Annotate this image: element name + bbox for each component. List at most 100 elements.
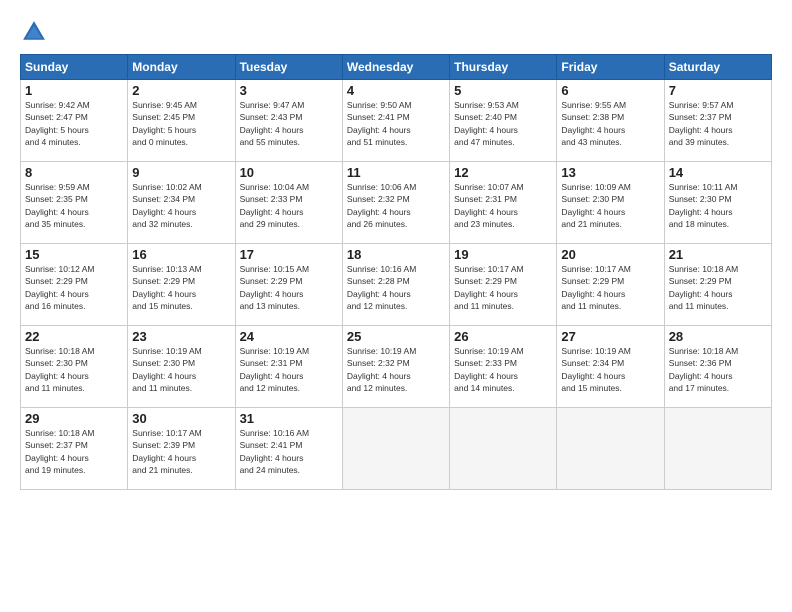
day-cell-19: 19Sunrise: 10:17 AM Sunset: 2:29 PM Dayl… <box>450 244 557 326</box>
day-number: 17 <box>240 247 338 262</box>
week-row-1: 1Sunrise: 9:42 AM Sunset: 2:47 PM Daylig… <box>21 80 772 162</box>
day-info: Sunrise: 10:17 AM Sunset: 2:39 PM Daylig… <box>132 427 230 476</box>
day-number: 26 <box>454 329 552 344</box>
empty-cell <box>342 408 449 490</box>
day-cell-16: 16Sunrise: 10:13 AM Sunset: 2:29 PM Dayl… <box>128 244 235 326</box>
day-number: 8 <box>25 165 123 180</box>
day-info: Sunrise: 10:19 AM Sunset: 2:34 PM Daylig… <box>561 345 659 394</box>
day-number: 15 <box>25 247 123 262</box>
day-number: 20 <box>561 247 659 262</box>
day-info: Sunrise: 9:42 AM Sunset: 2:47 PM Dayligh… <box>25 99 123 148</box>
day-info: Sunrise: 10:06 AM Sunset: 2:32 PM Daylig… <box>347 181 445 230</box>
logo-icon <box>20 18 48 46</box>
day-info: Sunrise: 10:18 AM Sunset: 2:29 PM Daylig… <box>669 263 767 312</box>
day-cell-31: 31Sunrise: 10:16 AM Sunset: 2:41 PM Dayl… <box>235 408 342 490</box>
calendar-header-friday: Friday <box>557 55 664 80</box>
day-info: Sunrise: 10:19 AM Sunset: 2:32 PM Daylig… <box>347 345 445 394</box>
day-cell-8: 8Sunrise: 9:59 AM Sunset: 2:35 PM Daylig… <box>21 162 128 244</box>
day-cell-29: 29Sunrise: 10:18 AM Sunset: 2:37 PM Dayl… <box>21 408 128 490</box>
day-number: 24 <box>240 329 338 344</box>
day-number: 30 <box>132 411 230 426</box>
day-info: Sunrise: 9:57 AM Sunset: 2:37 PM Dayligh… <box>669 99 767 148</box>
day-cell-23: 23Sunrise: 10:19 AM Sunset: 2:30 PM Dayl… <box>128 326 235 408</box>
header <box>20 18 772 46</box>
day-number: 5 <box>454 83 552 98</box>
day-number: 19 <box>454 247 552 262</box>
calendar-header-sunday: Sunday <box>21 55 128 80</box>
day-cell-27: 27Sunrise: 10:19 AM Sunset: 2:34 PM Dayl… <box>557 326 664 408</box>
day-cell-3: 3Sunrise: 9:47 AM Sunset: 2:43 PM Daylig… <box>235 80 342 162</box>
day-info: Sunrise: 9:55 AM Sunset: 2:38 PM Dayligh… <box>561 99 659 148</box>
day-cell-11: 11Sunrise: 10:06 AM Sunset: 2:32 PM Dayl… <box>342 162 449 244</box>
day-cell-25: 25Sunrise: 10:19 AM Sunset: 2:32 PM Dayl… <box>342 326 449 408</box>
day-cell-4: 4Sunrise: 9:50 AM Sunset: 2:41 PM Daylig… <box>342 80 449 162</box>
day-info: Sunrise: 10:13 AM Sunset: 2:29 PM Daylig… <box>132 263 230 312</box>
day-cell-7: 7Sunrise: 9:57 AM Sunset: 2:37 PM Daylig… <box>664 80 771 162</box>
day-info: Sunrise: 10:19 AM Sunset: 2:30 PM Daylig… <box>132 345 230 394</box>
day-info: Sunrise: 10:09 AM Sunset: 2:30 PM Daylig… <box>561 181 659 230</box>
day-cell-13: 13Sunrise: 10:09 AM Sunset: 2:30 PM Dayl… <box>557 162 664 244</box>
day-info: Sunrise: 10:04 AM Sunset: 2:33 PM Daylig… <box>240 181 338 230</box>
day-number: 7 <box>669 83 767 98</box>
day-number: 14 <box>669 165 767 180</box>
day-cell-28: 28Sunrise: 10:18 AM Sunset: 2:36 PM Dayl… <box>664 326 771 408</box>
calendar-header-wednesday: Wednesday <box>342 55 449 80</box>
day-cell-22: 22Sunrise: 10:18 AM Sunset: 2:30 PM Dayl… <box>21 326 128 408</box>
empty-cell <box>664 408 771 490</box>
day-number: 22 <box>25 329 123 344</box>
day-number: 6 <box>561 83 659 98</box>
day-number: 28 <box>669 329 767 344</box>
day-info: Sunrise: 10:16 AM Sunset: 2:41 PM Daylig… <box>240 427 338 476</box>
calendar-header-saturday: Saturday <box>664 55 771 80</box>
calendar-header-tuesday: Tuesday <box>235 55 342 80</box>
day-cell-5: 5Sunrise: 9:53 AM Sunset: 2:40 PM Daylig… <box>450 80 557 162</box>
logo <box>20 18 52 46</box>
day-cell-18: 18Sunrise: 10:16 AM Sunset: 2:28 PM Dayl… <box>342 244 449 326</box>
week-row-3: 15Sunrise: 10:12 AM Sunset: 2:29 PM Dayl… <box>21 244 772 326</box>
day-info: Sunrise: 10:15 AM Sunset: 2:29 PM Daylig… <box>240 263 338 312</box>
day-number: 16 <box>132 247 230 262</box>
calendar-header-monday: Monday <box>128 55 235 80</box>
day-info: Sunrise: 9:50 AM Sunset: 2:41 PM Dayligh… <box>347 99 445 148</box>
day-number: 10 <box>240 165 338 180</box>
day-cell-12: 12Sunrise: 10:07 AM Sunset: 2:31 PM Dayl… <box>450 162 557 244</box>
day-number: 21 <box>669 247 767 262</box>
day-cell-1: 1Sunrise: 9:42 AM Sunset: 2:47 PM Daylig… <box>21 80 128 162</box>
day-cell-17: 17Sunrise: 10:15 AM Sunset: 2:29 PM Dayl… <box>235 244 342 326</box>
day-cell-21: 21Sunrise: 10:18 AM Sunset: 2:29 PM Dayl… <box>664 244 771 326</box>
day-number: 23 <box>132 329 230 344</box>
day-info: Sunrise: 9:45 AM Sunset: 2:45 PM Dayligh… <box>132 99 230 148</box>
day-number: 27 <box>561 329 659 344</box>
day-info: Sunrise: 10:16 AM Sunset: 2:28 PM Daylig… <box>347 263 445 312</box>
week-row-2: 8Sunrise: 9:59 AM Sunset: 2:35 PM Daylig… <box>21 162 772 244</box>
day-info: Sunrise: 10:17 AM Sunset: 2:29 PM Daylig… <box>454 263 552 312</box>
day-info: Sunrise: 10:02 AM Sunset: 2:34 PM Daylig… <box>132 181 230 230</box>
day-number: 2 <box>132 83 230 98</box>
day-cell-10: 10Sunrise: 10:04 AM Sunset: 2:33 PM Dayl… <box>235 162 342 244</box>
day-info: Sunrise: 9:59 AM Sunset: 2:35 PM Dayligh… <box>25 181 123 230</box>
day-cell-2: 2Sunrise: 9:45 AM Sunset: 2:45 PM Daylig… <box>128 80 235 162</box>
calendar: SundayMondayTuesdayWednesdayThursdayFrid… <box>20 54 772 490</box>
empty-cell <box>450 408 557 490</box>
week-row-5: 29Sunrise: 10:18 AM Sunset: 2:37 PM Dayl… <box>21 408 772 490</box>
day-info: Sunrise: 10:07 AM Sunset: 2:31 PM Daylig… <box>454 181 552 230</box>
page: SundayMondayTuesdayWednesdayThursdayFrid… <box>0 0 792 612</box>
empty-cell <box>557 408 664 490</box>
day-number: 4 <box>347 83 445 98</box>
day-cell-14: 14Sunrise: 10:11 AM Sunset: 2:30 PM Dayl… <box>664 162 771 244</box>
day-cell-15: 15Sunrise: 10:12 AM Sunset: 2:29 PM Dayl… <box>21 244 128 326</box>
day-cell-30: 30Sunrise: 10:17 AM Sunset: 2:39 PM Dayl… <box>128 408 235 490</box>
calendar-header-thursday: Thursday <box>450 55 557 80</box>
week-row-4: 22Sunrise: 10:18 AM Sunset: 2:30 PM Dayl… <box>21 326 772 408</box>
day-info: Sunrise: 10:18 AM Sunset: 2:30 PM Daylig… <box>25 345 123 394</box>
day-number: 13 <box>561 165 659 180</box>
day-info: Sunrise: 10:11 AM Sunset: 2:30 PM Daylig… <box>669 181 767 230</box>
day-cell-20: 20Sunrise: 10:17 AM Sunset: 2:29 PM Dayl… <box>557 244 664 326</box>
day-info: Sunrise: 10:12 AM Sunset: 2:29 PM Daylig… <box>25 263 123 312</box>
day-info: Sunrise: 9:53 AM Sunset: 2:40 PM Dayligh… <box>454 99 552 148</box>
day-cell-9: 9Sunrise: 10:02 AM Sunset: 2:34 PM Dayli… <box>128 162 235 244</box>
day-info: Sunrise: 10:17 AM Sunset: 2:29 PM Daylig… <box>561 263 659 312</box>
day-number: 3 <box>240 83 338 98</box>
day-cell-6: 6Sunrise: 9:55 AM Sunset: 2:38 PM Daylig… <box>557 80 664 162</box>
calendar-header-row: SundayMondayTuesdayWednesdayThursdayFrid… <box>21 55 772 80</box>
